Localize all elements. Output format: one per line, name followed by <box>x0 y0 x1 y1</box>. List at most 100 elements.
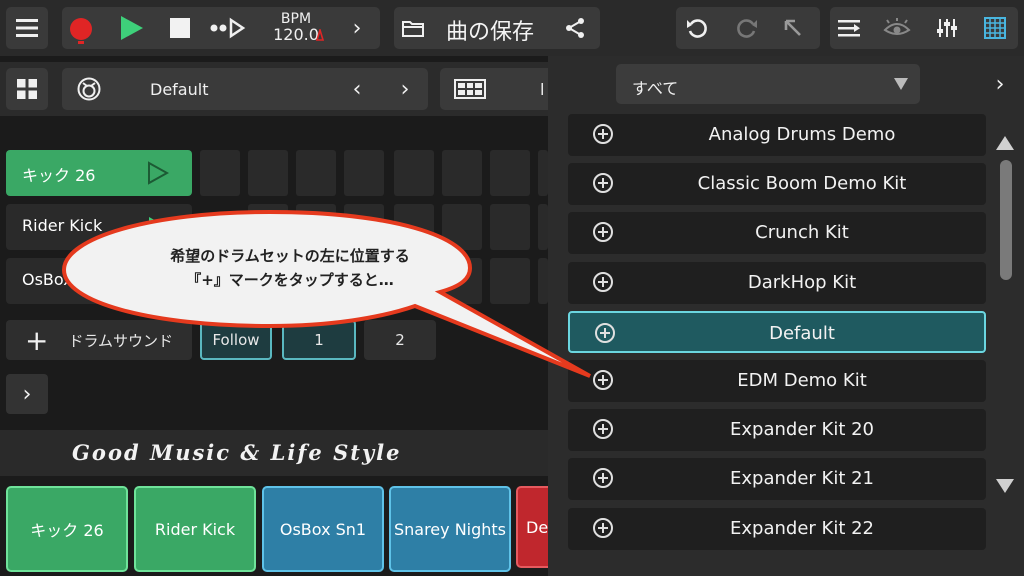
record-icon <box>70 18 92 40</box>
kit-row[interactable]: Analog Drums Demo <box>568 114 986 156</box>
folder-icon <box>402 21 424 37</box>
follow-toggle[interactable]: Follow <box>200 320 272 360</box>
kit-row[interactable]: Expander Kit 20 <box>568 409 986 452</box>
add-circle-icon[interactable] <box>593 517 613 538</box>
pad-layout-button[interactable] <box>6 68 48 110</box>
pad-label: OsBox Sn1 <box>279 519 367 539</box>
kit-name: Classic Boom Demo Kit <box>697 173 907 195</box>
play-icon[interactable] <box>146 215 170 239</box>
metronome-toggle[interactable] <box>208 16 248 40</box>
song-title[interactable]: 曲の保存 <box>446 14 534 46</box>
add-circle-icon[interactable] <box>593 370 613 390</box>
callout-text: 希望のドラムセットの左に位置する 『+』マークをタップすると… <box>100 244 480 292</box>
add-drum-sound-button[interactable]: + ドラムサウンド <box>6 320 192 360</box>
kit-row[interactable]: Crunch Kit <box>568 212 986 255</box>
kit-name: Analog Drums Demo <box>708 124 896 145</box>
stop-icon <box>170 18 190 38</box>
add-circle-icon[interactable] <box>593 124 613 144</box>
page-1-button[interactable]: 1 <box>282 320 356 360</box>
scroll-up-icon[interactable] <box>996 136 1014 150</box>
redo-icon <box>737 19 757 38</box>
callout-line-1: 希望のドラムセットの左に位置する <box>170 247 410 265</box>
pattern-name: l <box>540 80 545 99</box>
pointer-arrow-icon <box>784 19 801 36</box>
undo-icon <box>687 19 707 38</box>
kit-bar: Default ‹ › l <box>0 62 560 116</box>
dropdown-arrow-icon <box>894 78 908 90</box>
drum-pad[interactable]: キック 26 <box>6 486 128 572</box>
folder-button[interactable] <box>400 16 426 40</box>
step-cell[interactable] <box>296 150 336 196</box>
add-circle-icon[interactable] <box>593 271 613 292</box>
edit-group <box>676 7 820 49</box>
follow-label: Follow <box>212 331 260 349</box>
expand-button[interactable]: › <box>6 374 48 414</box>
top-toolbar: BPM 120.0 › 曲の保存 <box>0 0 1024 56</box>
track-row-kick[interactable]: キック 26 <box>6 150 192 196</box>
drum-pad[interactable]: OsBox Sn1 <box>262 486 384 572</box>
chevron-left-icon[interactable]: ‹ <box>346 76 368 102</box>
page-2-button[interactable]: 2 <box>364 320 436 360</box>
step-cell[interactable] <box>490 258 530 304</box>
mixer-button[interactable] <box>934 16 960 40</box>
list-arrow-icon <box>838 20 860 37</box>
visibility-button[interactable] <box>882 16 912 40</box>
play-outline-icon[interactable] <box>146 161 170 185</box>
stop-button[interactable] <box>170 18 190 38</box>
kit-row[interactable]: Expander Kit 22 <box>568 507 986 550</box>
share-button[interactable] <box>562 16 588 40</box>
kit-row[interactable]: Expander Kit 21 <box>568 458 986 501</box>
redo-button[interactable] <box>734 16 760 40</box>
kit-browser-panel: すべて › Analog Drums Demo Classic Boom Demo… <box>548 56 1024 576</box>
app-root: BPM 120.0 › 曲の保存 Default ‹ › l キック 26 Ri… <box>0 0 1024 576</box>
scrollbar-thumb[interactable] <box>1000 160 1012 280</box>
add-circle-icon[interactable] <box>593 419 613 440</box>
page-number: 1 <box>314 331 324 349</box>
callout-line-2: 『+』マークをタップすると… <box>186 271 394 289</box>
step-cell[interactable] <box>538 204 548 250</box>
drum-pad[interactable]: Snarey Nights <box>389 486 511 572</box>
four-squares-icon <box>17 79 37 99</box>
chevron-right-icon[interactable]: › <box>988 70 1012 98</box>
chevron-right-icon[interactable]: › <box>394 76 416 102</box>
kit-row[interactable]: Classic Boom Demo Kit <box>568 163 986 206</box>
select-tool-button[interactable] <box>780 16 806 40</box>
bpm-display[interactable]: BPM 120.0 <box>270 11 322 43</box>
share-icon <box>566 18 584 38</box>
step-cell[interactable] <box>538 150 548 196</box>
drum-pad[interactable]: Rider Kick <box>134 486 256 572</box>
kit-row[interactable]: EDM Demo Kit <box>568 360 986 402</box>
kit-selector[interactable]: Default ‹ › <box>62 68 428 110</box>
kit-row[interactable]: DarkHop Kit <box>568 261 986 304</box>
menu-button[interactable] <box>6 7 48 49</box>
pad-grid-button[interactable] <box>982 16 1008 40</box>
step-cell[interactable] <box>394 150 434 196</box>
pad-label: De <box>526 517 549 537</box>
transport-group: BPM 120.0 › <box>62 7 380 49</box>
scroll-down-icon[interactable] <box>996 479 1014 493</box>
step-cell[interactable] <box>490 204 530 250</box>
kit-row[interactable]: Default <box>568 310 986 353</box>
step-cell[interactable] <box>442 150 482 196</box>
add-circle-icon[interactable] <box>593 468 613 489</box>
add-drum-sound-label: ドラムサウンド <box>68 331 174 350</box>
add-circle-icon[interactable] <box>593 222 613 243</box>
step-cell[interactable] <box>490 150 530 196</box>
play-button[interactable] <box>120 16 144 40</box>
category-filter-select[interactable]: すべて <box>616 64 920 104</box>
add-circle-icon[interactable] <box>593 173 613 194</box>
pattern-selector[interactable]: l <box>440 68 560 110</box>
list-view-button[interactable] <box>836 16 862 40</box>
step-cell[interactable] <box>248 150 288 196</box>
step-cell[interactable] <box>344 150 384 196</box>
undo-button[interactable] <box>684 16 710 40</box>
kit-name: Crunch Kit <box>755 222 849 244</box>
step-cell[interactable] <box>200 150 240 196</box>
record-button[interactable] <box>70 14 92 44</box>
add-circle-icon[interactable] <box>595 322 615 343</box>
chevron-right-icon[interactable]: › <box>346 15 368 41</box>
kit-name: Expander Kit 21 <box>730 468 874 490</box>
bpm-value: 120.0 <box>273 25 319 44</box>
view-group <box>830 7 1018 49</box>
step-cell[interactable] <box>538 258 548 304</box>
